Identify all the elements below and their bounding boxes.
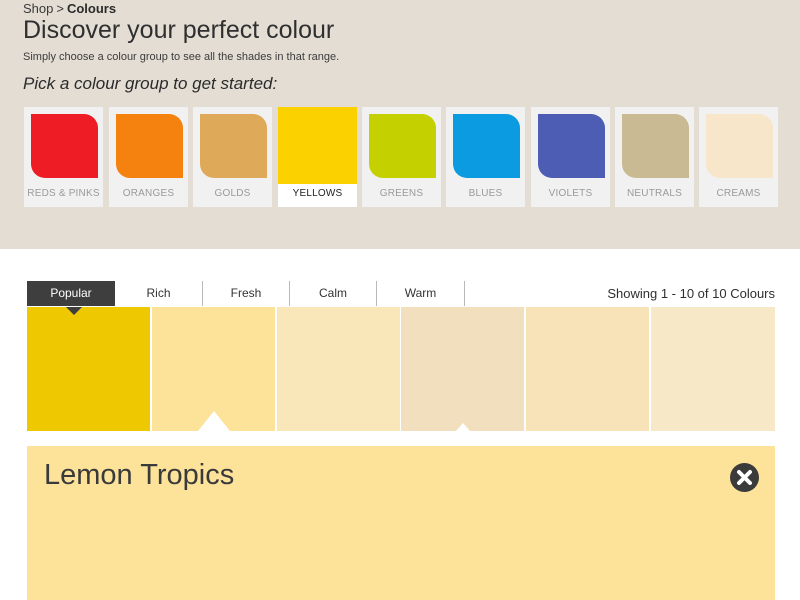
shade-swatch-row	[27, 307, 775, 431]
tab-rich[interactable]: Rich	[115, 281, 202, 306]
active-tab-pointer	[66, 307, 82, 315]
results-count: Showing 1 - 10 of 10 Colours	[607, 286, 775, 301]
breadcrumb: Shop > Colours	[23, 1, 116, 16]
colour-group-list: REDS & PINKS ORANGES GOLDS YELLOWS GREEN…	[24, 107, 784, 207]
colour-group-yellows[interactable]: YELLOWS	[278, 107, 357, 207]
close-circle-icon	[737, 470, 752, 485]
tab-popular[interactable]: Popular	[27, 281, 115, 306]
page-title: Discover your perfect colour	[23, 16, 335, 44]
shade-swatch[interactable]	[401, 307, 524, 431]
colour-group-violets[interactable]: VIOLETS	[531, 107, 610, 207]
page-subtitle: Simply choose a colour group to see all …	[23, 51, 340, 63]
hover-shade-pointer	[456, 423, 470, 431]
colour-group-oranges[interactable]: ORANGES	[109, 107, 188, 207]
shade-swatch[interactable]	[651, 307, 775, 431]
colour-group-label: YELLOWS	[292, 188, 343, 199]
tab-calm[interactable]: Calm	[290, 281, 376, 306]
colour-group-greens[interactable]: GREENS	[362, 107, 441, 207]
colour-group-swatch	[538, 114, 605, 178]
breadcrumb-shop-link[interactable]: Shop	[23, 1, 53, 16]
colour-group-label: NEUTRALS	[627, 188, 682, 199]
colour-group-creams[interactable]: CREAMS	[699, 107, 778, 207]
colour-group-swatch	[31, 114, 98, 178]
colour-group-golds[interactable]: GOLDS	[193, 107, 272, 207]
colour-group-label: GOLDS	[214, 188, 251, 199]
close-button[interactable]	[730, 463, 759, 492]
colour-group-swatch	[706, 114, 773, 178]
colour-group-reds-pinks[interactable]: REDS & PINKS	[24, 107, 103, 207]
breadcrumb-separator: >	[56, 1, 64, 16]
colour-group-neutrals[interactable]: NEUTRALS	[615, 107, 694, 207]
colour-name: Lemon Tropics	[44, 459, 235, 491]
colour-group-swatch	[622, 114, 689, 178]
colour-group-swatch	[200, 114, 267, 178]
colour-detail-panel: Lemon Tropics	[27, 446, 775, 600]
colour-group-label: REDS & PINKS	[27, 188, 100, 199]
colour-group-swatch	[278, 107, 357, 184]
tab-fresh[interactable]: Fresh	[203, 281, 289, 306]
tab-divider	[464, 281, 465, 306]
colour-group-header: Shop > Colours Discover your perfect colou…	[0, 0, 800, 249]
colour-group-swatch	[116, 114, 183, 178]
colour-group-label: GREENS	[379, 188, 424, 199]
colour-group-label: ORANGES	[122, 188, 175, 199]
shade-swatch[interactable]	[27, 307, 150, 431]
colour-group-heading: Pick a colour group to get started:	[23, 74, 278, 93]
breadcrumb-current: Colours	[66, 1, 117, 16]
colour-group-label: VIOLETS	[548, 188, 593, 199]
selected-shade-pointer	[198, 411, 230, 431]
mood-tabs: Popular Rich Fresh Calm Warm	[27, 281, 467, 306]
tab-warm[interactable]: Warm	[377, 281, 464, 306]
colour-group-swatch	[369, 114, 436, 178]
colour-group-swatch	[453, 114, 520, 178]
colour-group-label: BLUES	[468, 188, 503, 199]
colour-group-blues[interactable]: BLUES	[446, 107, 525, 207]
shade-swatch[interactable]	[277, 307, 400, 431]
colour-group-label: CREAMS	[716, 188, 761, 199]
shade-swatch[interactable]	[526, 307, 649, 431]
